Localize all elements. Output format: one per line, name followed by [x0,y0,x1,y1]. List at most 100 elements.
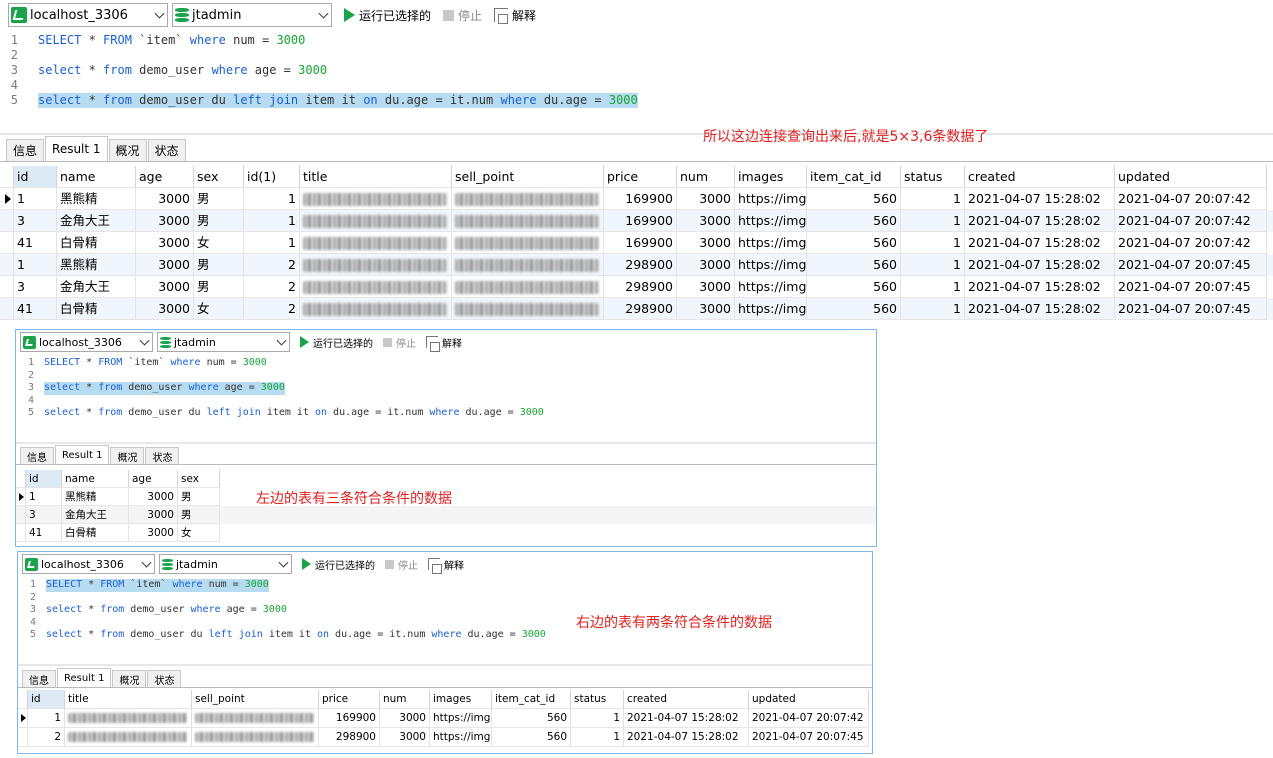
stop-button[interactable]: 停止 [385,557,418,572]
table-cell[interactable]: 298900 [604,298,677,320]
column-header[interactable]: sell_point [192,690,319,709]
column-header[interactable]: status [571,690,624,709]
table-cell[interactable]: 298900 [604,276,677,298]
table-cell[interactable]: 白骨精 [62,524,129,542]
table-cell[interactable]: 2021-04-07 15:28:02 [624,728,749,747]
table-cell[interactable]: 3000 [129,488,178,506]
table-cell[interactable]: 560 [807,254,901,276]
table-cell[interactable]: 2 [244,276,300,298]
table-cell[interactable]: 41 [14,232,57,254]
table-cell[interactable]: 女 [194,298,244,320]
editor-line[interactable]: 2 [18,592,872,605]
editor-line[interactable]: 4 [16,395,876,408]
column-header[interactable]: images [430,690,492,709]
column-header[interactable]: num [380,690,430,709]
table-cell[interactable]: 1 [244,188,300,210]
table-cell[interactable]: 1 [26,488,62,506]
table-cell[interactable]: 1 [571,709,624,728]
tab-info[interactable]: 信息 [6,139,45,161]
database-select[interactable]: jtadmin [172,3,332,27]
table-cell[interactable]: 1 [14,254,57,276]
run-selected-button[interactable]: 运行已选择的 [300,335,373,350]
table-cell[interactable]: 560 [492,728,571,747]
column-header[interactable]: age [129,470,178,488]
table-row[interactable]: 2 298900 3000 https://img1 560 1 2021-04-07 15… [18,728,872,747]
table-cell[interactable]: 298900 [319,728,380,747]
table-cell[interactable]: 金角大王 [62,506,129,524]
column-header[interactable]: price [604,166,677,188]
column-header[interactable]: name [57,166,136,188]
table-cell[interactable]: 3000 [380,709,430,728]
row-indicator[interactable] [18,728,28,747]
table-cell[interactable]: 560 [807,210,901,232]
editor-line[interactable]: 1 SELECT * FROM `item` where num = 3000 [0,33,1273,48]
tab-result-1[interactable]: Result 1 [45,136,108,161]
column-header[interactable]: age [136,166,194,188]
table-cell[interactable]: 3000 [129,506,178,524]
table-cell[interactable]: 1 [901,210,965,232]
table-row[interactable]: 41 白骨精 3000 女 2 298900 3000 https://img1 560 1 202… [0,298,1273,320]
column-header[interactable]: id [28,690,65,709]
table-cell[interactable]: 3000 [677,298,735,320]
database-select[interactable]: jtadmin [159,554,292,574]
table-cell[interactable]: 3000 [136,210,194,232]
table-cell[interactable] [452,254,604,276]
column-header[interactable]: status [901,166,965,188]
table-row[interactable]: 41 白骨精 3000 女 [16,524,876,542]
editor-line[interactable]: 3 select * from demo_user where age = 300… [0,63,1273,78]
column-header[interactable]: id [14,166,57,188]
table-row[interactable]: 1 黑熊精 3000 男 2 298900 3000 https://img1 560 1 2021… [0,254,1273,276]
column-header[interactable]: id [26,470,62,488]
table-cell[interactable] [300,254,452,276]
table-row[interactable]: 3 金角大王 3000 男 1 169900 3000 https://img1 560 1 202… [0,210,1273,232]
editor-line[interactable]: 2 [16,370,876,383]
table-cell[interactable]: 3000 [677,188,735,210]
table-row[interactable]: 3 金角大王 3000 男 [16,506,876,524]
table-cell[interactable]: 3 [14,276,57,298]
column-header[interactable]: created [624,690,749,709]
editor-line[interactable]: 3 select * from demo_user where age = 300… [16,382,876,395]
table-cell[interactable]: 白骨精 [57,298,136,320]
row-indicator[interactable] [16,488,26,506]
table-cell[interactable]: 560 [807,298,901,320]
table-cell[interactable] [65,728,192,747]
table-cell[interactable]: https://img1 [735,188,807,210]
table-cell[interactable] [452,188,604,210]
row-indicator[interactable] [0,210,14,232]
column-header[interactable]: item_cat_id [492,690,571,709]
table-cell[interactable]: 169900 [604,232,677,254]
table-cell[interactable]: https://img1 [735,232,807,254]
row-indicator[interactable] [18,709,28,728]
table-cell[interactable]: 男 [194,210,244,232]
table-cell[interactable]: 3000 [136,276,194,298]
column-header[interactable]: sex [178,470,220,488]
editor-line[interactable]: 4 [0,78,1273,93]
row-indicator[interactable] [0,276,14,298]
tab-profile[interactable]: 概况 [112,670,147,687]
table-cell[interactable]: 2021-04-07 15:28:02 [965,210,1115,232]
column-header[interactable]: title [300,166,452,188]
table-cell[interactable]: 3000 [136,298,194,320]
explain-button[interactable]: 解释 [428,557,464,574]
table-cell[interactable]: 1 [901,276,965,298]
table-cell[interactable]: 2 [28,728,65,747]
table-cell[interactable]: https://img1 [735,298,807,320]
table-cell[interactable]: 男 [194,188,244,210]
tab-info[interactable]: 信息 [20,447,54,464]
table-cell[interactable]: 1 [28,709,65,728]
table-cell[interactable]: 2 [244,254,300,276]
table-cell[interactable]: 3000 [136,254,194,276]
sql-editor[interactable]: 1 SELECT * FROM `item` where num = 3000 2 3… [0,30,1273,135]
table-cell[interactable]: 2021-04-07 20:07:42 [1115,188,1267,210]
tab-status[interactable]: 状态 [147,670,182,687]
table-cell[interactable]: 3000 [380,728,430,747]
column-header[interactable]: title [65,690,192,709]
editor-line[interactable]: 1 SELECT * FROM `item` where num = 3000 [16,357,876,370]
table-cell[interactable]: 2021-04-07 15:28:02 [965,232,1115,254]
editor-line[interactable]: 2 [0,48,1273,63]
table-cell[interactable]: 560 [807,276,901,298]
sql-editor[interactable]: 1 SELECT * FROM `item` where num = 3000 2 3… [16,354,876,444]
table-cell[interactable]: 2021-04-07 15:28:02 [965,254,1115,276]
tab-status[interactable]: 状态 [147,139,186,161]
table-cell[interactable] [452,210,604,232]
